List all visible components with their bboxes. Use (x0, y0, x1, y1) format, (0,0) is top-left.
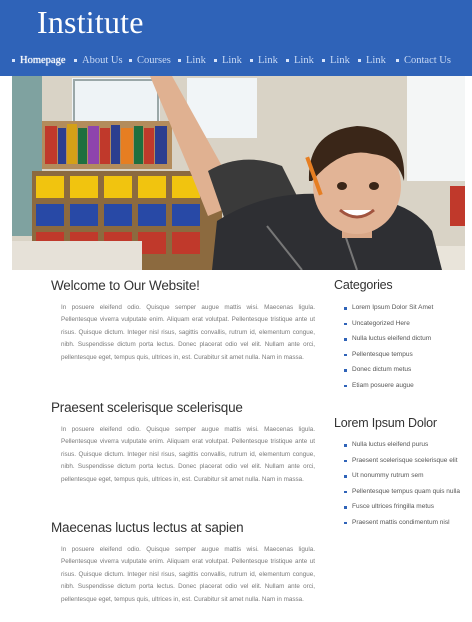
link-item[interactable]: Nulla luctus eleifend purus (344, 441, 470, 457)
post-body: In posuere eleifend odio. Quisque semper… (61, 304, 315, 361)
nav-item-courses[interactable]: Courses (129, 55, 171, 66)
nav-item-label: Link (366, 55, 386, 66)
bullet-icon (322, 59, 325, 63)
nav-item-label: Link (294, 55, 314, 66)
nav-item-label: Homepage (20, 55, 66, 66)
post-body: In posuere eleifend odio. Quisque semper… (61, 546, 315, 603)
category-item[interactable]: Nulla luctus eleifend dictum (344, 335, 470, 351)
nav-item-link-1[interactable]: Link (178, 55, 206, 66)
nav-item-label: Link (330, 55, 350, 66)
link-item[interactable]: Praesent scelerisque scelerisque elit (344, 457, 470, 473)
bullet-icon (129, 59, 132, 63)
nav-item-link-3[interactable]: Link (250, 55, 278, 66)
bullet-icon (396, 59, 399, 63)
nav-item-link-6[interactable]: Link (358, 55, 386, 66)
nav-item-link-5[interactable]: Link (322, 55, 350, 66)
nav-item-label: About Us (82, 55, 123, 66)
bullet-icon (214, 59, 217, 63)
bullet-icon (12, 59, 15, 63)
category-item[interactable]: Uncategorized Here (344, 320, 470, 336)
post: Praesent scelerisque scelerisque In posu… (51, 400, 317, 483)
post-body: In posuere eleifend odio. Quisque semper… (61, 426, 315, 483)
post-title[interactable]: Maecenas luctus lectus at sapien (51, 520, 317, 535)
main-nav: Homepage About Us Courses Link Link Link… (8, 55, 472, 73)
nav-item-about-us[interactable]: About Us (74, 55, 123, 66)
nav-item-label: Link (222, 55, 242, 66)
lorem-list: Nulla luctus eleifend purus Praesent sce… (344, 441, 470, 535)
sidebar-title-categories: Categories (334, 278, 393, 292)
link-item[interactable]: Pellentesque tempus quam quis nulla (344, 488, 470, 504)
nav-item-homepage[interactable]: Homepage (12, 55, 65, 66)
nav-item-label: Link (186, 55, 206, 66)
category-item[interactable]: Etiam posuere augue (344, 382, 470, 398)
nav-item-label: Link (258, 55, 278, 66)
category-item[interactable]: Lorem Ipsum Dolor Sit Amet (344, 304, 470, 320)
nav-item-label: Contact Us (404, 55, 451, 66)
site-header: Institute Homepage About Us Courses Link… (0, 0, 472, 76)
classroom-photo (12, 76, 465, 270)
bullet-icon (250, 59, 253, 63)
categories-list: Lorem Ipsum Dolor Sit Amet Uncategorized… (344, 304, 470, 398)
category-item[interactable]: Donec dictum metus (344, 366, 470, 382)
link-item[interactable]: Fusce ultrices fringilla metus (344, 503, 470, 519)
hero-image (12, 76, 465, 270)
post-title[interactable]: Welcome to Our Website! (51, 278, 317, 293)
nav-item-link-4[interactable]: Link (286, 55, 314, 66)
nav-item-link-2[interactable]: Link (214, 55, 242, 66)
category-item[interactable]: Pellentesque tempus (344, 351, 470, 367)
nav-item-label: Courses (137, 55, 171, 66)
bullet-icon (358, 59, 361, 63)
post-title[interactable]: Praesent scelerisque scelerisque (51, 400, 317, 415)
bullet-icon (286, 59, 289, 63)
sidebar-title-lorem: Lorem Ipsum Dolor (334, 416, 437, 430)
bullet-icon (74, 59, 77, 63)
site-title[interactable]: Institute (37, 4, 144, 41)
link-item[interactable]: Praesent mattis condimentum nisl (344, 519, 470, 535)
post: Maecenas luctus lectus at sapien In posu… (51, 520, 317, 603)
nav-item-contact-us[interactable]: Contact Us (396, 55, 451, 66)
link-item[interactable]: Ut nonummy rutrum sem (344, 472, 470, 488)
post: Welcome to Our Website! In posuere eleif… (51, 278, 317, 361)
bullet-icon (178, 59, 181, 63)
